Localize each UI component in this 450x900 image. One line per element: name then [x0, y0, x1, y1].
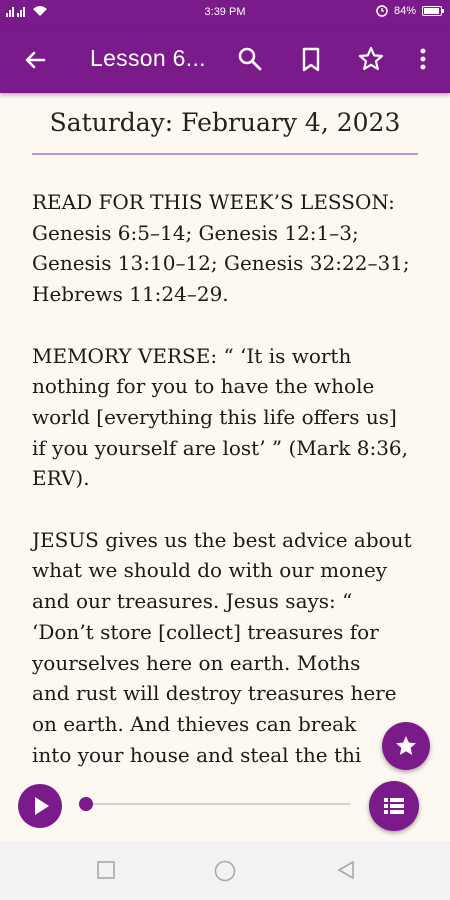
- search-icon[interactable]: [235, 44, 265, 74]
- lesson-date-heading: Saturday: February 4, 2023: [49, 108, 401, 137]
- status-bar: 3:39 PM 84%: [0, 0, 450, 25]
- alarm-icon: [376, 5, 388, 17]
- reading-paragraph: READ FOR THIS WEEK’S LESSON: Genesis 6:5…: [32, 190, 410, 307]
- audio-progress-track[interactable]: [86, 803, 350, 805]
- memory-verse-paragraph: MEMORY VERSE: “ ‘It is worth nothing for…: [32, 343, 408, 491]
- system-nav-bar: [0, 841, 450, 900]
- status-icons-right: 84%: [376, 5, 444, 17]
- back-triangle-icon[interactable]: [336, 860, 356, 880]
- bookmark-icon[interactable]: [296, 44, 326, 74]
- list-icon: [384, 798, 404, 814]
- app-bar: Lesson 6...: [0, 25, 450, 93]
- play-button[interactable]: [18, 784, 62, 828]
- intro-paragraph: JESUS gives us the best advice about wha…: [32, 527, 412, 767]
- recents-square-icon[interactable]: [96, 860, 116, 880]
- divider: [32, 153, 418, 155]
- battery-percent: 84%: [393, 5, 416, 17]
- star-icon[interactable]: [356, 44, 386, 74]
- lesson-text: READ FOR THIS WEEK’S LESSON: Genesis 6:5…: [32, 187, 424, 801]
- home-circle-icon[interactable]: [214, 860, 236, 882]
- battery-icon: [422, 6, 444, 16]
- contents-list-button[interactable]: [369, 781, 419, 831]
- star-filled-icon: [396, 736, 416, 755]
- favorite-fab-button[interactable]: [382, 722, 430, 770]
- back-arrow-icon[interactable]: [20, 45, 50, 75]
- more-vert-icon[interactable]: [408, 44, 438, 74]
- audio-progress-thumb[interactable]: [79, 797, 93, 811]
- page-title: Lesson 6...: [90, 45, 206, 71]
